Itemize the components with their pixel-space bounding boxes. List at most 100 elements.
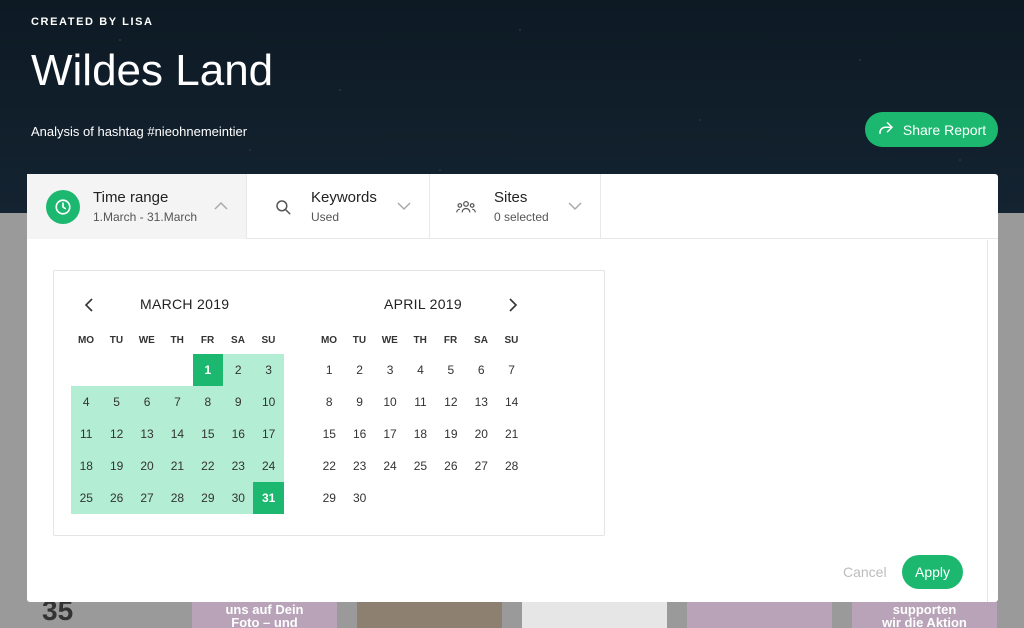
tab-keywords[interactable]: Keywords Used: [247, 174, 430, 239]
clock-icon: [46, 189, 80, 224]
calendar-day[interactable]: 28: [496, 450, 527, 482]
calendar-day[interactable]: 31: [253, 482, 284, 514]
weekday-header: TU: [109, 335, 124, 346]
calendar-day[interactable]: 6: [466, 354, 497, 386]
calendar-day[interactable]: 10: [253, 386, 284, 418]
calendar-day[interactable]: 22: [192, 450, 224, 482]
keywords-label: Keywords: [311, 189, 377, 206]
calendar-day[interactable]: 14: [496, 386, 527, 418]
calendar-day[interactable]: 10: [375, 386, 406, 418]
chevron-down-icon: [568, 202, 582, 211]
calendar-day[interactable]: 3: [375, 354, 406, 386]
post-thumbnail[interactable]: [357, 602, 502, 628]
filter-tabs: Time range 1.March - 31.March Keywords U…: [27, 174, 998, 239]
calendar-day[interactable]: 7: [496, 354, 527, 386]
calendar-day[interactable]: 5: [436, 354, 467, 386]
calendar-day[interactable]: 29: [314, 482, 345, 514]
calendar-day[interactable]: 8: [192, 386, 224, 418]
calendar-day[interactable]: 17: [375, 418, 406, 450]
calendar-day[interactable]: 25: [405, 450, 436, 482]
calendar-day[interactable]: 11: [71, 418, 102, 450]
left-month-title: MARCH 2019: [140, 296, 230, 312]
calendar-day[interactable]: 25: [71, 482, 102, 514]
calendar-day[interactable]: 21: [496, 418, 527, 450]
created-by-label: CREATED BY LISA: [31, 16, 154, 28]
tab-time-range[interactable]: Time range 1.March - 31.March: [27, 174, 247, 239]
calendar-day[interactable]: 18: [71, 450, 102, 482]
calendar-day[interactable]: 30: [223, 482, 254, 514]
post-thumbnail[interactable]: [522, 602, 667, 628]
calendar-day[interactable]: 4: [405, 354, 436, 386]
weekday-header: MO: [320, 335, 338, 346]
weekday-header: SU: [261, 335, 276, 346]
calendar-day[interactable]: 13: [466, 386, 497, 418]
calendar-day[interactable]: 26: [436, 450, 467, 482]
weekday-header: WE: [381, 335, 398, 346]
calendar-day[interactable]: 20: [466, 418, 497, 450]
calendar-day[interactable]: 27: [466, 450, 497, 482]
post-thumbnail[interactable]: uns auf Dein Foto – und: [192, 602, 337, 628]
weekday-header: MO: [77, 335, 95, 346]
share-icon: [877, 119, 895, 140]
weekday-header: TH: [170, 335, 184, 346]
calendar-day[interactable]: 24: [253, 450, 284, 482]
calendar-day[interactable]: 2: [344, 354, 375, 386]
share-report-button[interactable]: Share Report: [865, 112, 998, 147]
calendar-day[interactable]: 13: [131, 418, 163, 450]
calendar-day[interactable]: 29: [192, 482, 224, 514]
calendar-day[interactable]: 9: [344, 386, 375, 418]
calendar-day[interactable]: 27: [131, 482, 163, 514]
calendar-day[interactable]: 4: [71, 386, 102, 418]
calendar-day[interactable]: 19: [436, 418, 467, 450]
weekday-header: SU: [504, 335, 519, 346]
calendar-day[interactable]: 22: [314, 450, 345, 482]
report-title: Wildes Land: [31, 46, 274, 95]
calendar-day[interactable]: 20: [131, 450, 163, 482]
calendar-day[interactable]: 5: [101, 386, 132, 418]
sites-value: 0 selected: [494, 210, 549, 224]
calendar-day[interactable]: 14: [162, 418, 193, 450]
calendar-day[interactable]: 19: [101, 450, 132, 482]
calendar-day[interactable]: 1: [192, 354, 224, 386]
calendar-day[interactable]: 8: [314, 386, 345, 418]
apply-button[interactable]: Apply: [902, 555, 963, 589]
calendar-day[interactable]: 23: [344, 450, 375, 482]
post-thumbnail[interactable]: supporten wir die Aktion: [852, 602, 997, 628]
calendar-day[interactable]: 15: [314, 418, 345, 450]
calendar-day[interactable]: 21: [162, 450, 193, 482]
calendar-day[interactable]: 18: [405, 418, 436, 450]
calendar-day[interactable]: 15: [192, 418, 224, 450]
search-icon: [273, 197, 293, 217]
calendar-day[interactable]: 1: [314, 354, 345, 386]
calendar-day[interactable]: 12: [101, 418, 132, 450]
calendar-day[interactable]: 23: [223, 450, 254, 482]
calendar-day[interactable]: 24: [375, 450, 406, 482]
sites-label: Sites: [494, 189, 528, 206]
calendar-day[interactable]: 28: [162, 482, 193, 514]
right-month-title: APRIL 2019: [384, 296, 462, 312]
calendar-day[interactable]: 16: [223, 418, 254, 450]
calendar-day[interactable]: 16: [344, 418, 375, 450]
thumb-text: wir die Aktion: [882, 615, 967, 628]
calendar-day[interactable]: 26: [101, 482, 132, 514]
group-icon: [456, 197, 476, 217]
calendar-day[interactable]: 30: [344, 482, 375, 514]
tab-sites[interactable]: Sites 0 selected: [430, 174, 601, 239]
report-subtitle: Analysis of hashtag #nieohnemeintier: [31, 124, 248, 139]
calendar-day[interactable]: 2: [223, 354, 254, 386]
calendar-day[interactable]: 7: [162, 386, 193, 418]
calendar-day[interactable]: 11: [405, 386, 436, 418]
weekday-header: FR: [443, 335, 458, 346]
cancel-button[interactable]: Cancel: [843, 564, 887, 580]
calendar-day[interactable]: 3: [253, 354, 284, 386]
post-thumbnail[interactable]: [687, 602, 832, 628]
next-month-arrow-icon[interactable]: [507, 298, 519, 312]
prev-month-arrow-icon[interactable]: [83, 298, 95, 312]
calendar-day[interactable]: 6: [131, 386, 163, 418]
calendar-day[interactable]: 17: [253, 418, 284, 450]
calendar-day[interactable]: 12: [436, 386, 467, 418]
thumb-text: Foto – und: [231, 615, 298, 628]
calendar-day[interactable]: 9: [223, 386, 254, 418]
weekday-header: TU: [352, 335, 367, 346]
panel-scrollbar-track[interactable]: [987, 240, 988, 602]
